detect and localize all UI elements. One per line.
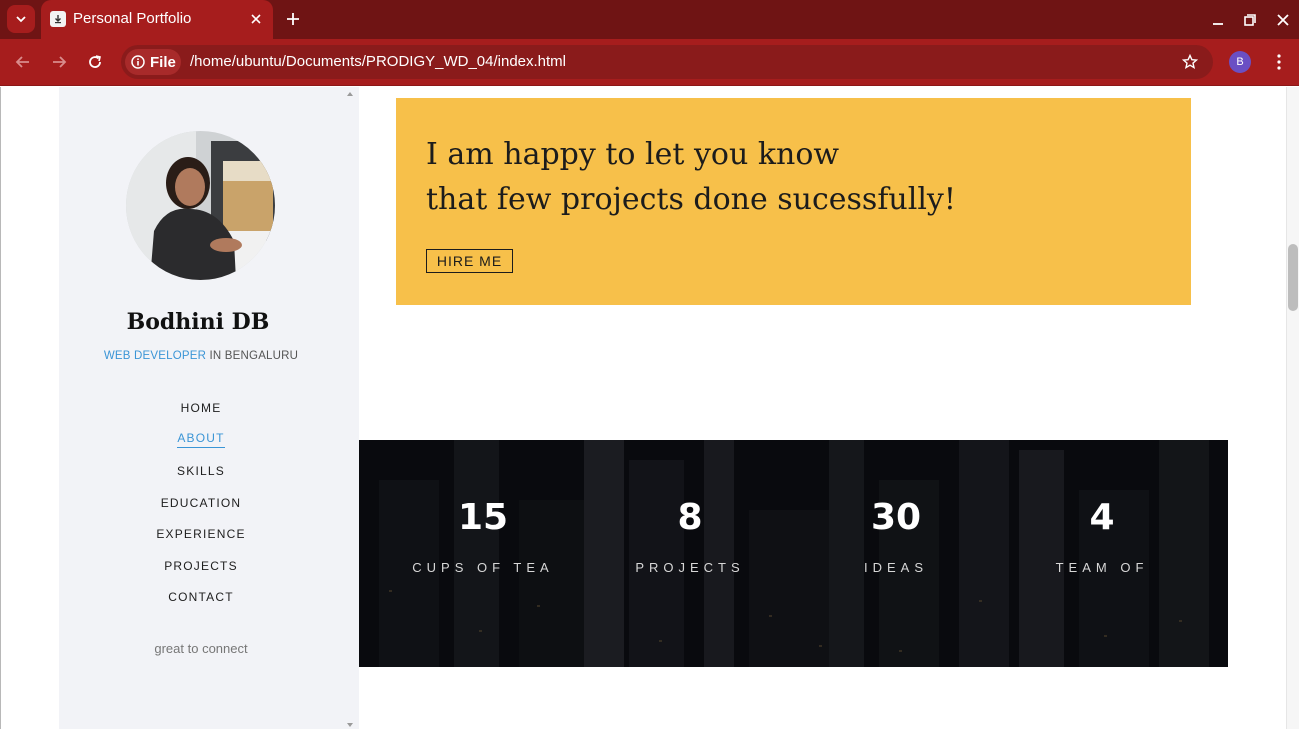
star-icon — [1182, 54, 1198, 70]
sidebar: Bodhini DB WEB DEVELOPER IN BENGALURU HO… — [59, 87, 359, 729]
site-chip-label: File — [150, 53, 176, 71]
stat-ideas: 30 IDEAS — [796, 497, 996, 576]
chevron-down-icon — [16, 16, 26, 23]
stat-value: 30 — [870, 497, 922, 538]
page-viewport: Bodhini DB WEB DEVELOPER IN BENGALURU HO… — [0, 87, 1299, 729]
scrollbar-thumb[interactable] — [1288, 244, 1298, 311]
hire-banner: I am happy to let you know that few proj… — [396, 98, 1191, 305]
role-location: IN BENGALURU — [206, 350, 299, 362]
address-bar[interactable]: File /home/ubuntu/Documents/PRODIGY_WD_0… — [121, 45, 1213, 79]
stat-value: 4 — [1089, 497, 1115, 538]
reload-button[interactable] — [83, 50, 107, 74]
info-icon — [131, 55, 145, 69]
tab-title: Personal Portfolio — [73, 10, 192, 27]
stat-label: PROJECTS — [635, 560, 745, 575]
hire-headline-line2: that few projects done sucessfully! — [426, 182, 956, 217]
sidebar-footer: great to connect — [154, 641, 248, 656]
profile-avatar[interactable]: B — [1229, 51, 1251, 73]
stat-label: CUPS OF TEA — [412, 560, 554, 575]
stat-tea: 15 CUPS OF TEA — [383, 497, 583, 576]
new-tab-button[interactable] — [282, 8, 304, 30]
hire-me-button[interactable]: HIRE ME — [426, 249, 513, 273]
viewport-edge — [0, 87, 1, 729]
kebab-icon — [1277, 54, 1281, 70]
bookmark-button[interactable] — [1179, 51, 1201, 73]
arrow-right-icon — [53, 56, 67, 68]
stats-section: 15 CUPS OF TEA 8 PROJECTS 30 IDEAS 4 TEA… — [359, 440, 1228, 667]
active-tab[interactable]: Personal Portfolio — [41, 0, 273, 39]
role-accent: WEB DEVELOPER — [103, 350, 207, 362]
nav-projects[interactable]: PROJECTS — [164, 559, 238, 573]
page-scrollbar[interactable] — [1286, 87, 1299, 729]
stat-value: 15 — [457, 497, 509, 538]
tab-strip: Personal Portfolio — [0, 0, 1299, 39]
site-info-chip[interactable]: File — [125, 49, 181, 75]
scroll-down-arrow-icon[interactable] — [346, 721, 354, 729]
url-text[interactable]: /home/ubuntu/Documents/PRODIGY_WD_04/ind… — [190, 53, 566, 70]
restore-button[interactable] — [1239, 9, 1261, 31]
nav-experience[interactable]: EXPERIENCE — [156, 527, 245, 541]
browser-menu-button[interactable] — [1268, 51, 1290, 73]
nav-skills[interactable]: SKILLS — [177, 464, 225, 478]
nav-about[interactable]: ABOUT — [177, 431, 225, 448]
arrow-left-icon — [15, 56, 29, 68]
restore-icon — [1244, 14, 1256, 26]
stat-label: IDEAS — [863, 560, 928, 575]
close-icon — [251, 14, 261, 24]
plus-icon — [287, 13, 299, 25]
stat-label: TEAM OF — [1055, 560, 1149, 575]
stat-team: 4 TEAM OF — [1002, 497, 1202, 576]
nav-contact[interactable]: CONTACT — [168, 590, 234, 604]
browser-toolbar: File /home/ubuntu/Documents/PRODIGY_WD_0… — [0, 39, 1299, 86]
reload-icon — [89, 55, 101, 68]
back-button[interactable] — [11, 50, 35, 74]
minimize-button[interactable] — [1207, 9, 1229, 31]
close-tab-button[interactable] — [247, 10, 265, 28]
close-icon — [1277, 14, 1289, 26]
sidebar-nav: HOME ABOUT SKILLS EDUCATION EXPERIENCE P… — [59, 392, 343, 613]
hire-headline-line1: I am happy to let you know — [426, 137, 840, 172]
nav-home[interactable]: HOME — [181, 401, 222, 415]
scroll-up-arrow-icon[interactable] — [346, 90, 354, 98]
person-role: WEB DEVELOPER IN BENGALURU — [59, 350, 343, 362]
person-name: Bodhini DB — [126, 309, 270, 335]
stat-projects: 8 PROJECTS — [590, 497, 790, 576]
tab-search-button[interactable] — [7, 5, 35, 33]
minimize-icon — [1213, 23, 1223, 25]
hire-headline: I am happy to let you know that few proj… — [426, 132, 956, 222]
profile-photo — [126, 131, 275, 280]
stat-value: 8 — [677, 497, 703, 538]
close-window-button[interactable] — [1272, 9, 1294, 31]
forward-button[interactable] — [47, 50, 71, 74]
nav-education[interactable]: EDUCATION — [161, 496, 242, 510]
file-icon — [50, 11, 66, 27]
